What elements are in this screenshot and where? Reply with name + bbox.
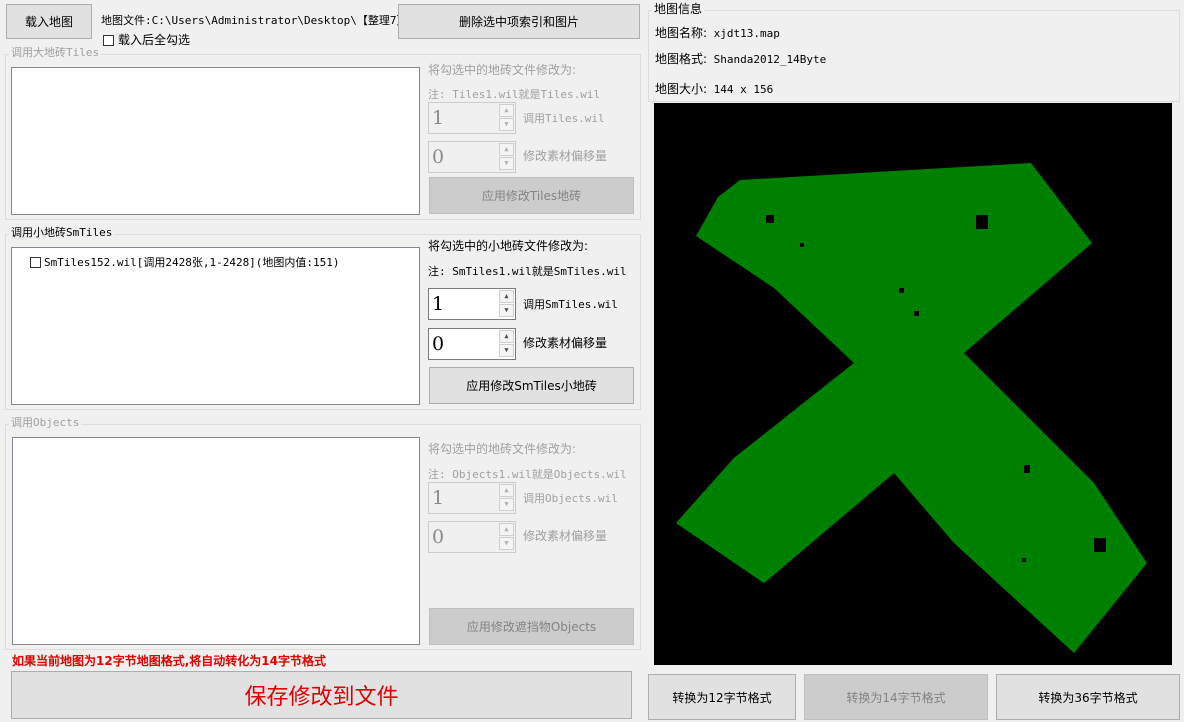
spin-down-icon[interactable]: ▼ bbox=[499, 344, 514, 357]
convert-36byte-button[interactable]: 转换为36字节格式 bbox=[996, 674, 1180, 720]
tiles-offset-value: 0 bbox=[432, 146, 445, 168]
tiles-offset-stepper[interactable]: 0 ▲ ▼ bbox=[428, 141, 516, 173]
map-name-row: 地图名称: xjdt13.map bbox=[655, 26, 780, 41]
tiles-offset-label: 修改素材偏移量 bbox=[523, 149, 608, 163]
map-size-label: 地图大小: bbox=[655, 82, 708, 96]
save-to-file-button[interactable]: 保存修改到文件 bbox=[11, 671, 632, 719]
map-preview[interactable] bbox=[654, 103, 1172, 665]
tiles-list[interactable] bbox=[11, 67, 420, 215]
load-map-button[interactable]: 载入地图 bbox=[6, 4, 92, 39]
convert-12byte-button[interactable]: 转换为12字节格式 bbox=[648, 674, 796, 720]
spin-up-icon[interactable]: ▲ bbox=[499, 484, 514, 497]
map-format-value: Shanda2012_14Byte bbox=[713, 53, 827, 66]
objects-file-number-value: 1 bbox=[432, 487, 445, 509]
tiles-file-number-label: 调用Tiles.wil bbox=[523, 112, 605, 125]
smtiles-modify-hint: 将勾选中的小地砖文件修改为: bbox=[428, 239, 589, 253]
spin-down-icon[interactable]: ▼ bbox=[499, 157, 514, 170]
smtiles-file-number-label: 调用SmTiles.wil bbox=[523, 298, 618, 311]
apply-objects-button[interactable]: 应用修改遮挡物Objects bbox=[429, 608, 634, 645]
map-size-value: 144 x 156 bbox=[713, 83, 774, 96]
map-size-row: 地图大小: 144 x 156 bbox=[655, 82, 774, 97]
smtiles-item-checkbox[interactable] bbox=[30, 257, 41, 268]
map-file-path: 地图文件:C:\Users\Administrator\Desktop\【整理7… bbox=[101, 14, 415, 27]
spin-down-icon[interactable]: ▼ bbox=[499, 118, 514, 131]
map-name-label: 地图名称: bbox=[655, 26, 708, 40]
select-all-after-load-label: 载入后全勾选 bbox=[118, 33, 191, 47]
spin-up-icon[interactable]: ▲ bbox=[499, 104, 514, 117]
objects-offset-stepper[interactable]: 0 ▲ ▼ bbox=[428, 521, 516, 553]
tiles-group-title: 调用大地砖Tiles bbox=[9, 46, 102, 59]
smtiles-offset-stepper[interactable]: 0 ▲ ▼ bbox=[428, 328, 516, 360]
format-warning: 如果当前地图为12字节地图格式,将自动转化为14字节格式 bbox=[12, 654, 326, 668]
smtiles-offset-value: 0 bbox=[432, 333, 445, 355]
map-format-label: 地图格式: bbox=[655, 52, 708, 66]
smtiles-item-label: SmTiles152.wil[调用2428张,1-2428](地图内值:151) bbox=[44, 256, 340, 269]
map-format-row: 地图格式: Shanda2012_14Byte bbox=[655, 52, 827, 67]
apply-tiles-button[interactable]: 应用修改Tiles地砖 bbox=[429, 177, 634, 214]
objects-group-title: 调用Objects bbox=[9, 416, 82, 429]
smtiles-list[interactable]: SmTiles152.wil[调用2428张,1-2428](地图内值:151) bbox=[11, 247, 420, 405]
delete-selected-button[interactable]: 删除选中项索引和图片 bbox=[398, 4, 640, 39]
objects-modify-hint: 将勾选中的地砖文件修改为: bbox=[428, 442, 577, 456]
smtiles-file-number-stepper[interactable]: 1 ▲ ▼ bbox=[428, 288, 516, 320]
spin-up-icon[interactable]: ▲ bbox=[499, 290, 514, 303]
select-all-after-load-checkbox[interactable] bbox=[103, 35, 114, 46]
smtiles-file-number-value: 1 bbox=[432, 293, 445, 315]
tiles-file-number-stepper[interactable]: 1 ▲ ▼ bbox=[428, 102, 516, 134]
spin-down-icon[interactable]: ▼ bbox=[499, 498, 514, 511]
map-walkable-area bbox=[676, 163, 1147, 653]
spin-up-icon[interactable]: ▲ bbox=[499, 143, 514, 156]
spin-down-icon[interactable]: ▼ bbox=[499, 537, 514, 550]
map-preview-canvas bbox=[676, 163, 1147, 653]
smtiles-group-title: 调用小地砖SmTiles bbox=[9, 226, 115, 239]
tiles-modify-hint: 将勾选中的地砖文件修改为: bbox=[428, 63, 577, 77]
objects-file-number-stepper[interactable]: 1 ▲ ▼ bbox=[428, 482, 516, 514]
spin-up-icon[interactable]: ▲ bbox=[499, 330, 514, 343]
objects-offset-value: 0 bbox=[432, 526, 445, 548]
convert-14byte-button[interactable]: 转换为14字节格式 bbox=[804, 674, 988, 720]
spin-down-icon[interactable]: ▼ bbox=[499, 304, 514, 317]
tiles-note: 注: Tiles1.wil就是Tiles.wil bbox=[428, 88, 601, 101]
smtiles-offset-label: 修改素材偏移量 bbox=[523, 336, 608, 350]
objects-offset-label: 修改素材偏移量 bbox=[523, 529, 608, 543]
map-name-value: xjdt13.map bbox=[713, 27, 780, 40]
map-info-title: 地图信息 bbox=[652, 2, 705, 16]
smtiles-note: 注: SmTiles1.wil就是SmTiles.wil bbox=[428, 265, 627, 278]
objects-file-number-label: 调用Objects.wil bbox=[523, 492, 618, 505]
spin-up-icon[interactable]: ▲ bbox=[499, 523, 514, 536]
tiles-file-number-value: 1 bbox=[432, 107, 445, 129]
objects-note: 注: Objects1.wil就是Objects.wil bbox=[428, 468, 627, 481]
apply-smtiles-button[interactable]: 应用修改SmTiles小地砖 bbox=[429, 367, 634, 404]
objects-list[interactable] bbox=[12, 437, 420, 645]
